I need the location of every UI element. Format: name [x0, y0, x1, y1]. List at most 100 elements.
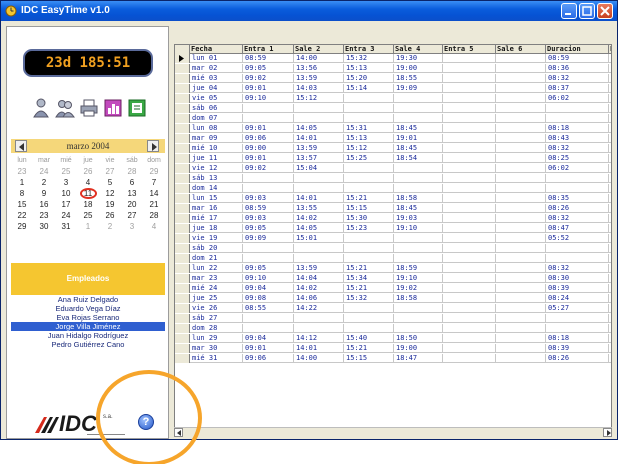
table-cell[interactable]: 15:15 — [344, 354, 394, 363]
table-cell[interactable]: 14:05 — [294, 124, 344, 133]
table-cell[interactable] — [609, 234, 611, 243]
calendar-day[interactable]: 23 — [11, 166, 33, 177]
row-selector[interactable] — [175, 174, 190, 183]
table-row[interactable]: vie 05 09:10 15:12 06:02 — [175, 94, 611, 103]
table-cell[interactable] — [294, 184, 344, 193]
attendance-grid[interactable]: Fecha Entra 1 Sale 2 Entra 3 Sale 4 Entra 5 Sa… — [174, 44, 612, 436]
table-cell[interactable]: 14:04 — [294, 274, 344, 283]
table-cell[interactable]: 08:59 — [243, 54, 294, 63]
row-selector[interactable] — [175, 194, 190, 203]
table-cell[interactable]: 15:30 — [344, 214, 394, 223]
table-cell[interactable] — [546, 174, 609, 183]
table-cell[interactable] — [443, 304, 496, 313]
table-row[interactable]: sáb 27 — [175, 314, 611, 323]
table-cell[interactable]: 18:58 — [394, 194, 443, 203]
table-cell[interactable]: 09:00 — [243, 144, 294, 153]
table-cell[interactable]: lun 22 — [190, 264, 243, 273]
row-selector[interactable] — [175, 224, 190, 233]
table-cell[interactable] — [609, 154, 611, 163]
table-cell[interactable]: 15:15 — [344, 204, 394, 213]
table-cell[interactable]: mar 02 — [190, 64, 243, 73]
table-cell[interactable]: 15:14 — [344, 84, 394, 93]
table-cell[interactable] — [394, 114, 443, 123]
table-cell[interactable]: 18:50 — [394, 334, 443, 343]
table-cell[interactable]: 19:30 — [394, 54, 443, 63]
table-cell[interactable] — [609, 204, 611, 213]
table-cell[interactable]: 09:03 — [243, 194, 294, 203]
table-row[interactable]: dom 14 — [175, 184, 611, 193]
table-cell[interactable] — [496, 314, 546, 323]
table-cell[interactable]: jue 18 — [190, 224, 243, 233]
table-cell[interactable]: 15:34 — [344, 274, 394, 283]
table-cell[interactable]: vie 12 — [190, 164, 243, 173]
table-cell[interactable]: 15:25 — [344, 154, 394, 163]
table-cell[interactable] — [496, 194, 546, 203]
table-cell[interactable] — [394, 164, 443, 173]
table-cell[interactable] — [609, 104, 611, 113]
title-bar[interactable]: IDC EasyTime v1.0 — [1, 1, 617, 21]
calendar-day[interactable]: 3 — [121, 221, 143, 232]
calendar-day[interactable]: 27 — [121, 210, 143, 221]
calendar-day[interactable]: 2 — [33, 177, 55, 188]
calendar-day[interactable]: 25 — [77, 210, 99, 221]
table-cell[interactable] — [394, 174, 443, 183]
table-cell[interactable] — [394, 94, 443, 103]
table-cell[interactable]: 08:59 — [243, 204, 294, 213]
table-cell[interactable]: jue 11 — [190, 154, 243, 163]
table-cell[interactable]: 13:59 — [294, 264, 344, 273]
row-selector[interactable] — [175, 264, 190, 273]
table-cell[interactable] — [243, 244, 294, 253]
table-cell[interactable]: 18:54 — [394, 154, 443, 163]
row-selector[interactable] — [175, 94, 190, 103]
column-header[interactable]: Sale 6 — [496, 45, 546, 54]
table-row[interactable]: mar 02 09:05 13:56 15:13 19:00 08:36 — [175, 64, 611, 73]
table-cell[interactable] — [443, 94, 496, 103]
table-cell[interactable] — [496, 344, 546, 353]
row-selector[interactable] — [175, 84, 190, 93]
table-row[interactable]: sáb 06 — [175, 104, 611, 113]
row-selector[interactable] — [175, 154, 190, 163]
table-row[interactable]: mié 31 09:06 14:00 15:15 18:47 08:26 — [175, 354, 611, 363]
calendar-day[interactable]: 5 — [99, 177, 121, 188]
calendar-day[interactable]: 6 — [121, 177, 143, 188]
calendar-day[interactable]: 21 — [143, 199, 165, 210]
table-cell[interactable] — [394, 304, 443, 313]
table-cell[interactable] — [609, 164, 611, 173]
close-button[interactable] — [597, 3, 613, 19]
calendar-day[interactable]: 9 — [33, 188, 55, 199]
table-cell[interactable]: 18:58 — [394, 294, 443, 303]
table-cell[interactable] — [394, 184, 443, 193]
calendar-day[interactable]: 24 — [33, 166, 55, 177]
table-cell[interactable] — [344, 324, 394, 333]
table-cell[interactable] — [496, 324, 546, 333]
table-cell[interactable]: 19:10 — [394, 224, 443, 233]
table-cell[interactable]: lun 29 — [190, 334, 243, 343]
table-cell[interactable]: 13:59 — [294, 74, 344, 83]
table-cell[interactable]: 13:59 — [294, 144, 344, 153]
column-header[interactable]: Sale 2 — [294, 45, 344, 54]
column-header[interactable]: Entra 1 — [243, 45, 294, 54]
table-cell[interactable]: 09:04 — [243, 334, 294, 343]
table-cell[interactable]: 14:03 — [294, 84, 344, 93]
table-cell[interactable] — [243, 324, 294, 333]
table-row[interactable]: vie 19 09:09 15:01 05:52 — [175, 234, 611, 243]
table-cell[interactable]: 09:10 — [243, 274, 294, 283]
table-cell[interactable] — [496, 174, 546, 183]
table-cell[interactable]: sáb 13 — [190, 174, 243, 183]
table-cell[interactable]: 14:06 — [294, 294, 344, 303]
table-cell[interactable]: 18:45 — [394, 124, 443, 133]
column-header[interactable]: Duracion — [546, 45, 609, 54]
next-month-button[interactable] — [147, 140, 159, 152]
table-cell[interactable]: 08:35 — [546, 194, 609, 203]
table-row[interactable]: sáb 20 — [175, 244, 611, 253]
table-cell[interactable] — [443, 354, 496, 363]
table-row[interactable]: mar 16 08:59 13:55 15:15 18:45 08:26 — [175, 204, 611, 213]
horizontal-scrollbar[interactable] — [174, 427, 612, 437]
table-cell[interactable]: vie 26 — [190, 304, 243, 313]
row-selector[interactable] — [175, 164, 190, 173]
table-cell[interactable]: 14:22 — [294, 304, 344, 313]
table-cell[interactable] — [394, 314, 443, 323]
table-cell[interactable]: 09:06 — [243, 134, 294, 143]
calendar-day[interactable]: 13 — [121, 188, 143, 199]
table-cell[interactable] — [344, 94, 394, 103]
